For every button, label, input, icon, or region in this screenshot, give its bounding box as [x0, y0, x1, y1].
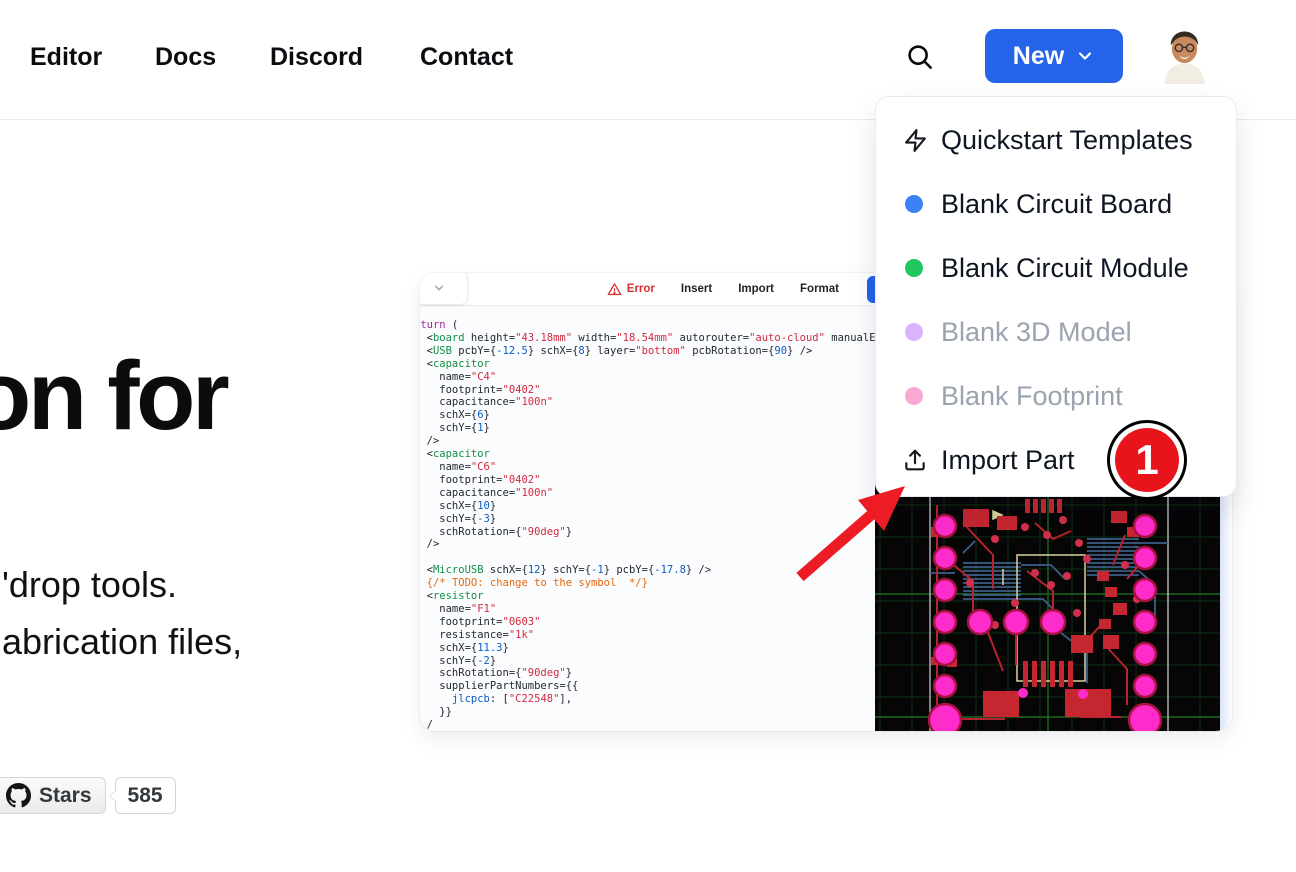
search-icon[interactable]: [905, 42, 935, 72]
code-line: eturn (: [420, 319, 875, 332]
code-line: name="C4": [420, 371, 875, 384]
toolbar-insert: Insert: [681, 283, 712, 295]
nav-link-contact[interactable]: Contact: [420, 43, 513, 72]
menu-item-label: Blank Circuit Board: [941, 189, 1172, 220]
menu-item-blank-circuit-module[interactable]: Blank Circuit Module: [876, 236, 1236, 300]
github-star-count[interactable]: 585: [115, 777, 176, 814]
menu-item-label: Blank Circuit Module: [941, 253, 1189, 284]
code-line: jlcpcb: ["C22548"],: [420, 693, 875, 706]
zap-icon: [901, 126, 929, 154]
new-dropdown-menu: Quickstart Templates Blank Circuit Board…: [875, 96, 1237, 497]
code-editor-pane: eturn ( <board height="43.18mm" width="1…: [420, 306, 875, 731]
code-line: supplierPartNumbers={{: [420, 680, 875, 693]
code-line: />: [420, 435, 875, 448]
github-octocat-icon: [6, 783, 31, 808]
hero-body-line-2: abrication files,: [2, 613, 242, 670]
menu-item-blank-3d-model[interactable]: Blank 3D Model: [876, 300, 1236, 364]
code-line: [420, 551, 875, 564]
nav-link-discord[interactable]: Discord: [270, 43, 363, 72]
code-line: schX={6}: [420, 409, 875, 422]
hero-body-text: 'drop tools. abrication files,: [2, 556, 242, 670]
code-line: <capacitor: [420, 358, 875, 371]
hero-heading-fragment: on for: [0, 340, 226, 452]
page: Editor Docs Discord Contact New: [0, 0, 1296, 872]
code-line: />: [420, 538, 875, 551]
github-stars-button[interactable]: Stars: [0, 777, 106, 814]
code-line: <MicroUSB schX={12} schY={-1} pcbY={-17.…: [420, 564, 875, 577]
code-line: capacitance="100n": [420, 487, 875, 500]
github-stars-label: Stars: [39, 784, 92, 808]
code-line: <USB pcbY={-12.5} schX={8} layer="bottom…: [420, 345, 875, 358]
code-line: schX={11.3}: [420, 642, 875, 655]
menu-item-label: Quickstart Templates: [941, 125, 1193, 156]
menu-item-label: Import Part: [941, 445, 1075, 476]
menu-item-blank-footprint[interactable]: Blank Footprint: [876, 364, 1236, 428]
code-line: <resistor: [420, 590, 875, 603]
code-line: name="C6": [420, 461, 875, 474]
blue-dot-icon: [905, 195, 923, 213]
toolbar-import: Import: [738, 283, 774, 295]
code-line: schY={-2}: [420, 655, 875, 668]
upload-icon: [901, 446, 929, 474]
code-line: schX={10}: [420, 500, 875, 513]
step-1-badge-annotation: 1: [1107, 420, 1187, 500]
code-line: {/* TODO: change to the symbol */}: [420, 577, 875, 590]
code-line: <capacitor: [420, 448, 875, 461]
code-line: schY={-3}: [420, 513, 875, 526]
code-line: <board height="43.18mm" width="18.54mm" …: [420, 332, 875, 345]
step-1-badge-number: 1: [1115, 428, 1179, 492]
code-line: footprint="0402": [420, 474, 875, 487]
code-line: footprint="0402": [420, 384, 875, 397]
code-line: footprint="0603": [420, 616, 875, 629]
hero-body-line-1: 'drop tools.: [2, 556, 242, 613]
code-line: name="F1": [420, 603, 875, 616]
purple-dot-icon: [905, 323, 923, 341]
green-dot-icon: [905, 259, 923, 277]
pink-dot-icon: [905, 387, 923, 405]
menu-item-label: Blank Footprint: [941, 381, 1123, 412]
menu-item-quickstart-templates[interactable]: Quickstart Templates: [876, 108, 1236, 172]
toolbar-error: Error: [607, 282, 655, 297]
code-line: schRotation={"90deg"}: [420, 667, 875, 680]
chevron-down-icon: [1075, 46, 1095, 66]
nav-link-docs[interactable]: Docs: [155, 43, 216, 72]
menu-item-label: Blank 3D Model: [941, 317, 1132, 348]
menu-item-blank-circuit-board[interactable]: Blank Circuit Board: [876, 172, 1236, 236]
github-stars-widget: Stars 585: [0, 777, 176, 814]
toolbar-format: Format: [800, 283, 839, 295]
new-button-label: New: [1013, 42, 1064, 71]
code-line: capacitance="100n": [420, 396, 875, 409]
code-line: /: [420, 719, 875, 731]
warning-triangle-icon: [607, 282, 622, 297]
editor-file-chip: [420, 273, 468, 305]
new-button[interactable]: New: [985, 29, 1123, 83]
nav-link-editor[interactable]: Editor: [30, 43, 102, 72]
code-line: }}: [420, 706, 875, 719]
run-button-sliver: [867, 276, 875, 303]
user-avatar[interactable]: [1157, 29, 1212, 86]
code-line: schY={1}: [420, 422, 875, 435]
editor-toolbar: Error Insert Import Format: [420, 273, 875, 306]
code-line: resistance="1k": [420, 629, 875, 642]
code-line: schRotation={"90deg"}: [420, 526, 875, 539]
chevron-down-icon: [432, 281, 446, 295]
